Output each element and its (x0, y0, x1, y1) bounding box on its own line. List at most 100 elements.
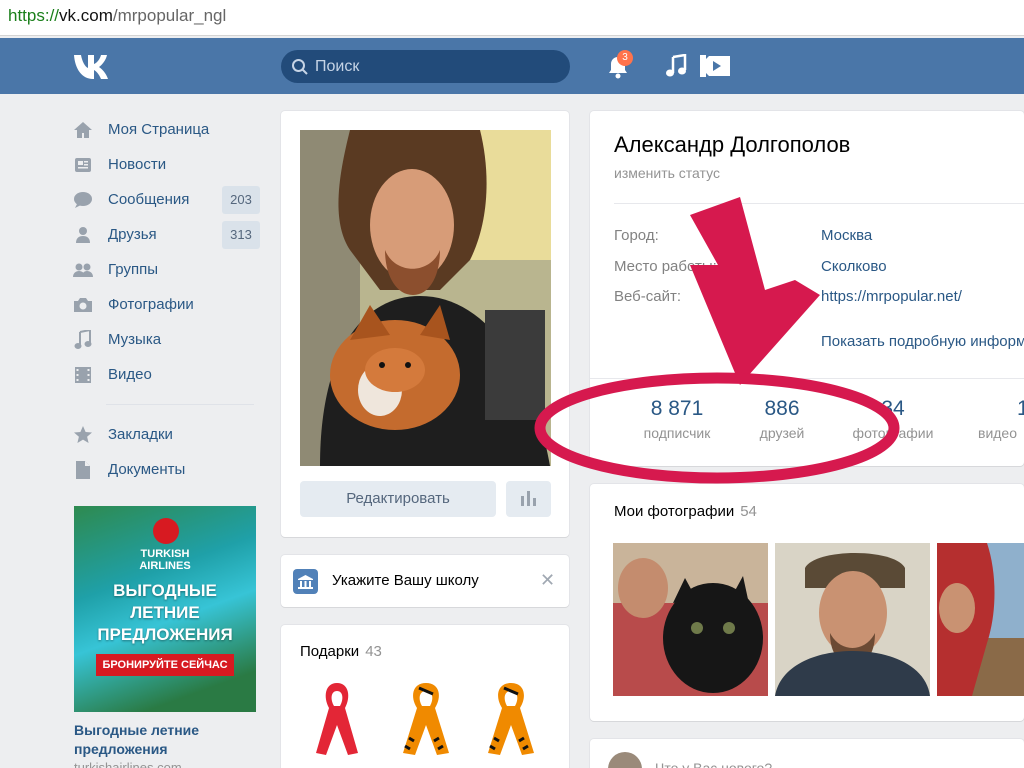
ad-brand-line: TURKISH (140, 548, 190, 560)
gifts-header[interactable]: Подарки 43 (300, 643, 382, 660)
camera-icon (72, 294, 94, 316)
friends-count-badge: 313 (222, 221, 260, 249)
school-icon (293, 569, 318, 594)
ad-brand-line: AIRLINES (139, 560, 191, 572)
gifts-label: Подарки (300, 643, 360, 660)
search-input[interactable] (315, 50, 555, 83)
info-value-website[interactable]: https://mrpopular.net/ (821, 288, 962, 305)
left-menu: Моя Страница Новости Сообщения 203 Друзь… (72, 112, 264, 487)
counter-number: 886 (764, 397, 800, 420)
menu-item-groups[interactable]: Группы (72, 252, 264, 287)
url-host: vk.com (59, 6, 113, 25)
info-value-city[interactable]: Москва (821, 227, 872, 244)
url-scheme: https:// (8, 6, 60, 25)
avatar-photo (300, 130, 551, 466)
ad-offer-line: ПРЕДЛОЖЕНИЯ (97, 625, 233, 644)
menu-item-label: Видео (108, 366, 152, 383)
messages-icon (72, 189, 94, 211)
film-icon (72, 364, 94, 386)
counter-number: 1 (1017, 397, 1024, 420)
screen: https://vk.com/mrpopular_ngl 3 (0, 0, 1024, 768)
star-icon (72, 424, 94, 446)
ad-offer-line: ВЫГОДНЫЕ (113, 581, 217, 600)
ad-banner[interactable]: TURKISH AIRLINES ВЫГОДНЫЕ ЛЕТНИЕ ПРЕДЛОЖЕНИ… (74, 506, 256, 712)
music-note-icon (72, 329, 94, 351)
close-icon[interactable]: ✕ (540, 570, 555, 591)
menu-item-label: Моя Страница (108, 121, 210, 138)
search-box[interactable] (281, 50, 570, 83)
ad-cta-button[interactable]: БРОНИРУЙТЕ СЕЙЧАС (96, 654, 234, 676)
menu-item-label: Закладки (108, 426, 173, 443)
menu-item-label: Сообщения (108, 191, 190, 208)
counter-followers[interactable]: 8 871 подписчик (627, 397, 727, 441)
menu-item-photos[interactable]: Фотографии (72, 287, 264, 322)
photos-header[interactable]: Мои фотографии 54 (614, 503, 757, 520)
st-george-ribbon-gift-icon[interactable] (480, 678, 542, 758)
counter-photos[interactable]: 34 фотографии (843, 397, 943, 441)
counter-number: 8 871 (650, 397, 704, 420)
photo-image (937, 543, 1024, 696)
news-icon (72, 154, 94, 176)
document-icon (72, 459, 94, 481)
info-key-work: Место работы: (614, 258, 717, 275)
photo-thumbnail[interactable] (937, 543, 1024, 696)
menu-item-label: Фотографии (108, 296, 194, 313)
friends-icon (72, 224, 94, 246)
menu-item-music[interactable]: Музыка (72, 322, 264, 357)
groups-icon (72, 259, 94, 281)
music-icon[interactable] (665, 54, 687, 78)
photos-label: Мои фотографии (614, 503, 735, 520)
school-prompt[interactable]: Укажите Вашу школу (332, 572, 479, 589)
url-path: /mrpopular_ngl (112, 6, 227, 25)
counter-friends[interactable]: 886 друзей (732, 397, 832, 441)
info-divider (614, 203, 1024, 204)
menu-item-bookmarks[interactable]: Закладки (72, 417, 264, 452)
url-text[interactable]: https://vk.com/mrpopular_ngl (8, 6, 226, 26)
ad-offer: ВЫГОДНЫЕ ЛЕТНИЕ ПРЕДЛОЖЕНИЯ (74, 580, 256, 646)
new-post-input[interactable]: Что у Вас нового? (655, 760, 772, 768)
photo-thumbnail[interactable] (613, 543, 768, 696)
menu-divider (106, 404, 254, 405)
info-value-work[interactable]: Сколково (821, 258, 887, 275)
photo-thumbnail[interactable] (775, 543, 930, 696)
show-more-info-link[interactable]: Показать подробную информацию (821, 333, 1024, 350)
menu-item-label: Новости (108, 156, 167, 173)
bar-chart-icon (521, 491, 536, 506)
info-key-website: Веб-сайт: (614, 288, 682, 305)
stats-button[interactable] (506, 481, 551, 517)
counter-label: видео (978, 425, 1017, 441)
edit-profile-button[interactable]: Редактировать (300, 481, 496, 517)
menu-item-news[interactable]: Новости (72, 147, 264, 182)
photos-count: 54 (740, 503, 757, 520)
status-edit-link[interactable]: изменить статус (614, 165, 720, 181)
menu-item-my-page[interactable]: Моя Страница (72, 112, 264, 147)
top-header: 3 (0, 38, 1024, 94)
home-icon (72, 119, 94, 141)
ad-brand: TURKISH AIRLINES (74, 548, 256, 572)
red-ribbon-gift-icon[interactable] (312, 678, 362, 758)
profile-avatar[interactable] (300, 130, 551, 466)
menu-item-label: Документы (108, 461, 186, 478)
menu-item-label: Друзья (108, 226, 157, 243)
menu-item-video[interactable]: Видео (72, 357, 264, 392)
menu-item-label: Музыка (108, 331, 162, 348)
video-play-icon[interactable] (700, 52, 732, 80)
st-george-ribbon-gift-icon[interactable] (395, 678, 457, 758)
airline-logo-icon (153, 518, 179, 544)
counter-label: подписчик (643, 425, 711, 441)
ad-offer-line: ЛЕТНИЕ (130, 603, 200, 622)
menu-item-documents[interactable]: Документы (72, 452, 264, 487)
messages-count-badge: 203 (222, 186, 260, 214)
browser-address-bar[interactable]: https://vk.com/mrpopular_ngl (0, 0, 1024, 36)
photo-image (613, 543, 768, 696)
ad-title-link[interactable]: Выгодные летние предложения (74, 721, 254, 759)
counter-number: 34 (881, 397, 905, 420)
counter-videos[interactable]: 1 видео (970, 397, 1024, 441)
vk-logo-icon[interactable] (72, 52, 116, 80)
notifications-badge: 3 (617, 50, 633, 66)
ad-domain: turkishairlines.com (74, 760, 182, 768)
info-key-city: Город: (614, 227, 659, 244)
counter-label: друзей (759, 425, 805, 441)
menu-item-messages[interactable]: Сообщения 203 (72, 182, 264, 217)
menu-item-friends[interactable]: Друзья 313 (72, 217, 264, 252)
